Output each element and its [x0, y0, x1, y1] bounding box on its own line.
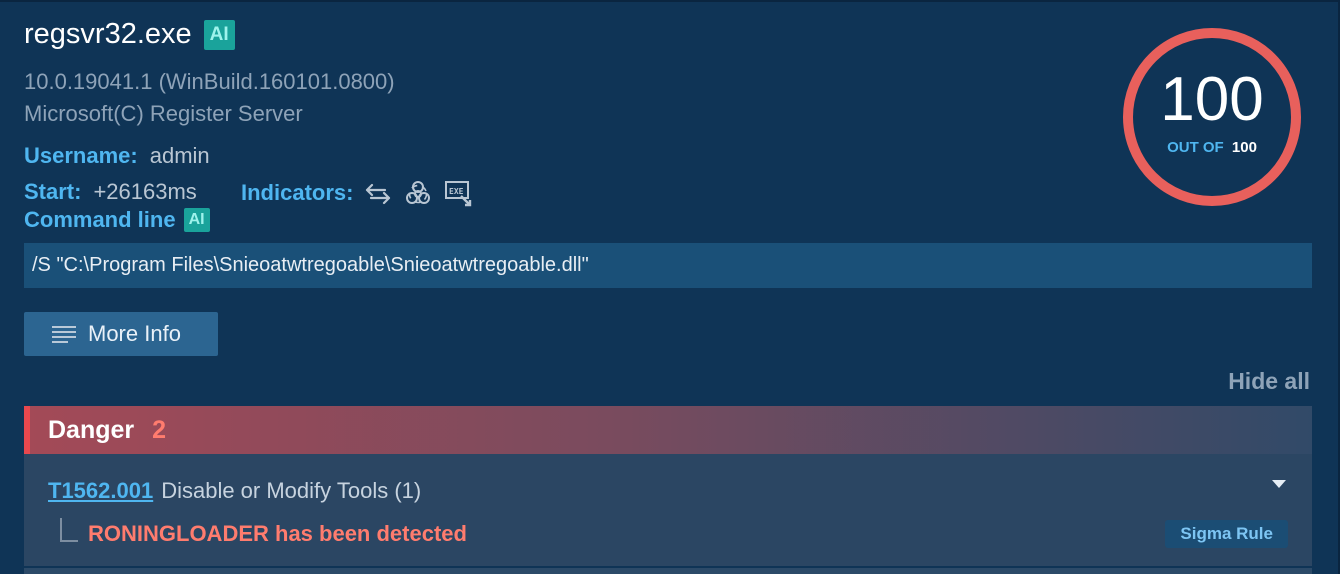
danger-label: Danger	[48, 415, 135, 444]
more-info-button[interactable]: More Info	[24, 312, 218, 356]
cmdline-row: Command line AI	[24, 207, 210, 233]
score-subtitle: OUT OF 100	[1122, 139, 1302, 156]
start-label: Start:	[24, 179, 82, 204]
start-row: Start: +26163ms	[24, 179, 197, 205]
score-out-of-label: OUT OF	[1167, 139, 1224, 156]
svg-text:EXE: EXE	[449, 187, 464, 196]
next-section-edge	[24, 568, 1312, 574]
process-version: 10.0.19041.1 (WinBuild.160101.0800)	[24, 69, 395, 94]
username-label: Username:	[24, 143, 138, 168]
detection-text: RONINGLOADER has been detected	[88, 521, 467, 546]
cmdline-label: Command line	[24, 207, 176, 232]
start-value: +26163ms	[93, 179, 197, 204]
network-arrows-icon[interactable]	[363, 179, 393, 207]
threat-score: 100 OUT OF 100	[1122, 27, 1302, 207]
danger-section-body: T1562.001 Disable or Modify Tools (1) RO…	[24, 454, 1312, 566]
process-description: Microsoft(C) Register Server	[24, 101, 303, 126]
score-max: 100	[1231, 139, 1257, 156]
process-name: regsvr32.exe	[24, 18, 192, 50]
cmdline-value[interactable]: /S "C:\Program Files\Snieoatwtregoable\S…	[24, 243, 1312, 288]
more-info-label: More Info	[88, 321, 181, 346]
title-row: regsvr32.exe AI	[24, 18, 235, 51]
username-value: admin	[149, 143, 210, 168]
tree-connector	[60, 518, 78, 542]
indicators-label: Indicators:	[241, 180, 354, 205]
hide-all-link[interactable]: Hide all	[1228, 368, 1310, 395]
technique-row: T1562.001 Disable or Modify Tools (1)	[48, 478, 421, 504]
danger-section-header[interactable]: Danger 2	[24, 406, 1312, 454]
chevron-down-icon[interactable]	[1272, 480, 1286, 488]
sigma-rule-badge[interactable]: Sigma Rule	[1165, 520, 1288, 548]
biohazard-icon[interactable]	[403, 179, 433, 207]
username-row: Username: admin	[24, 143, 210, 169]
score-value: 100	[1160, 65, 1264, 134]
cmdline-ai-badge[interactable]: AI	[183, 208, 210, 232]
danger-count: 2	[152, 415, 167, 444]
list-icon	[52, 326, 76, 343]
technique-id-link[interactable]: T1562.001	[48, 478, 153, 504]
technique-name: Disable or Modify Tools (1)	[161, 478, 422, 503]
ai-badge[interactable]: AI	[203, 19, 235, 50]
exe-file-icon[interactable]: EXE	[443, 179, 473, 207]
process-details-panel: regsvr32.exe AI 10.0.19041.1 (WinBuild.1…	[0, 0, 1340, 574]
indicators-row: Indicators: EXE	[241, 179, 473, 207]
